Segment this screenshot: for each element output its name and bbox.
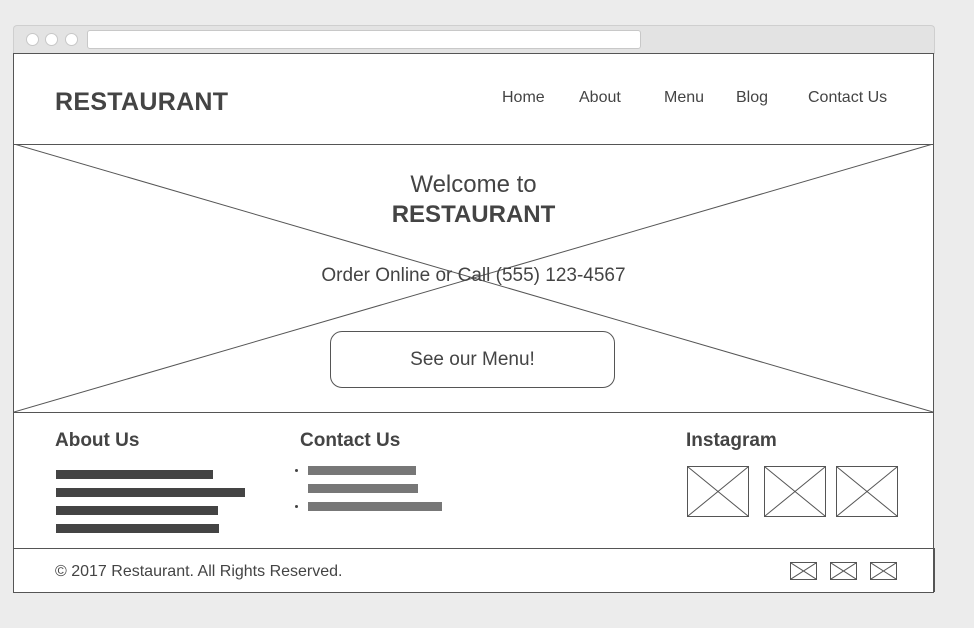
nav-link-about[interactable]: About	[579, 89, 621, 107]
instagram-photo-2[interactable]	[764, 466, 826, 517]
see-menu-button[interactable]: See our Menu!	[330, 331, 615, 388]
list-bullet	[295, 505, 298, 508]
window-minimize-dot[interactable]	[45, 33, 58, 46]
browser-window-chrome	[13, 25, 935, 54]
about-text-line	[56, 488, 245, 497]
site-header: RESTAURANT Home About Menu Blog Contact …	[14, 54, 933, 145]
instagram-photo-3[interactable]	[836, 466, 898, 517]
window-maximize-dot[interactable]	[65, 33, 78, 46]
about-text-line	[56, 524, 219, 533]
contact-text-line	[308, 466, 416, 475]
instagram-title: Instagram	[686, 430, 777, 451]
social-icon[interactable]	[830, 562, 857, 580]
social-icon[interactable]	[870, 562, 897, 580]
about-text-line	[56, 506, 218, 515]
copyright-text: © 2017 Restaurant. All Rights Reserved.	[55, 563, 343, 580]
window-close-dot[interactable]	[26, 33, 39, 46]
hero-brand-title: RESTAURANT	[391, 201, 556, 228]
site-logo[interactable]: RESTAURANT	[55, 88, 228, 117]
site-footer: © 2017 Restaurant. All Rights Reserved.	[14, 548, 935, 592]
contact-text-line	[308, 502, 442, 511]
page-frame: RESTAURANT Home About Menu Blog Contact …	[13, 53, 935, 593]
instagram-photo-1[interactable]	[687, 466, 749, 517]
contact-us-title: Contact Us	[300, 430, 401, 451]
hero-section: Welcome to RESTAURANT Order Online or Ca…	[14, 144, 933, 413]
contact-text-line	[308, 484, 418, 493]
about-text-line	[56, 470, 213, 479]
list-bullet	[295, 469, 298, 472]
address-bar[interactable]	[87, 30, 641, 49]
nav-link-menu[interactable]: Menu	[664, 89, 704, 107]
about-us-title: About Us	[55, 430, 140, 451]
nav-link-blog[interactable]: Blog	[736, 89, 768, 107]
nav-link-contact[interactable]: Contact Us	[808, 89, 887, 107]
nav-link-home[interactable]: Home	[502, 89, 545, 107]
social-icon[interactable]	[790, 562, 817, 580]
hero-welcome-text: Welcome to	[410, 171, 537, 198]
hero-order-text: Order Online or Call (555) 123-4567	[321, 265, 626, 286]
